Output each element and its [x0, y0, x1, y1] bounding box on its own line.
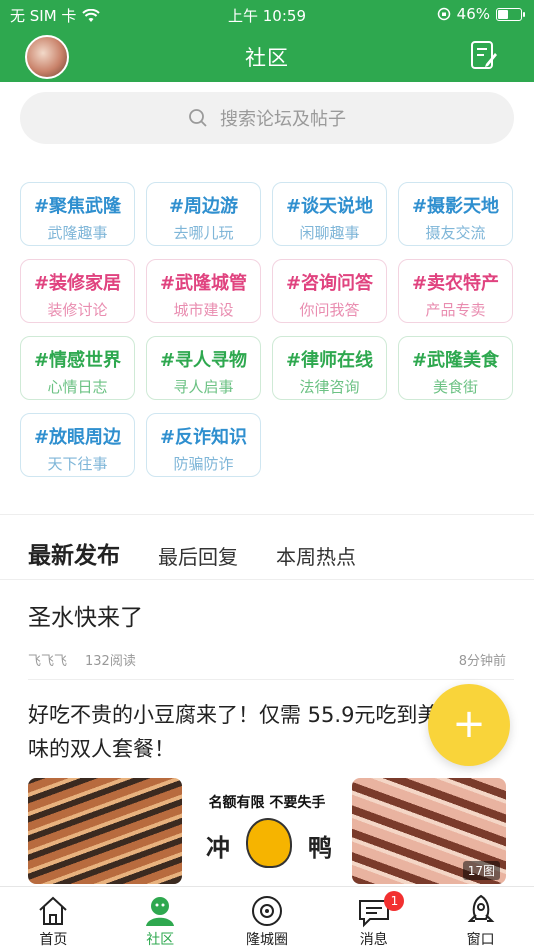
topic-subtitle: 你问我答 [299, 301, 360, 319]
bottom-tab-bar: 首页 社区 隆城圈 1 消息 窗口 [0, 886, 534, 950]
tab-label: 隆城圈 [245, 932, 288, 948]
topic-subtitle: 寻人启事 [173, 378, 234, 396]
topic-subtitle: 去哪儿玩 [173, 224, 234, 242]
topic-subtitle: 产品专卖 [425, 301, 486, 319]
topic-title: #摄影天地 [411, 196, 500, 217]
nav-bar: 社区 [0, 28, 534, 82]
topic-title: #寻人寻物 [159, 350, 248, 371]
status-bar: 无 SIM 卡 上午 10:59 46% [0, 0, 534, 28]
topic-card[interactable]: #武隆城管城市建设 [146, 259, 261, 323]
topic-card[interactable]: #武隆美食美食街 [398, 336, 513, 400]
topic-title: #周边游 [168, 196, 239, 217]
promo-text-right: 鸭 [308, 834, 332, 862]
post-image [28, 778, 182, 884]
battery-percent: 46% [456, 5, 490, 23]
topic-title: #武隆城管 [159, 273, 248, 294]
community-icon [146, 897, 175, 926]
topic-card[interactable]: #律师在线法律咨询 [272, 336, 387, 400]
topic-subtitle: 防骗防诈 [173, 455, 234, 473]
topic-card[interactable]: #咨询问答你问我答 [272, 259, 387, 323]
topic-card[interactable]: #情感世界心情日志 [20, 336, 135, 400]
tab-community[interactable]: 社区 [107, 887, 214, 950]
topic-title: #反诈知识 [159, 427, 248, 448]
topic-card[interactable]: #寻人寻物寻人启事 [146, 336, 261, 400]
topic-card[interactable]: #反诈知识防骗防诈 [146, 413, 261, 477]
topic-subtitle: 法律咨询 [299, 378, 360, 396]
post-title[interactable]: 好吃不贵的小豆腐来了！仅需 55.9元吃到美味的双人套餐！ [28, 698, 448, 766]
post-image: 17图 [352, 778, 506, 884]
post-time: 8分钟前 [458, 654, 506, 669]
promo-text-left: 冲 [206, 834, 230, 862]
search-input[interactable]: 搜索论坛及帖子 [20, 92, 514, 144]
topic-card[interactable]: #周边游去哪儿玩 [146, 182, 261, 246]
tab-last-reply[interactable]: 最后回复 [158, 541, 238, 570]
home-icon [39, 896, 68, 925]
topic-subtitle: 装修讨论 [47, 301, 108, 319]
tab-latest[interactable]: 最新发布 [26, 536, 120, 573]
divider [0, 579, 534, 580]
add-post-button[interactable]: + [428, 684, 510, 766]
post-tabs: 最新发布 最后回复 本周热点 [26, 530, 356, 573]
topic-title: #情感世界 [33, 350, 122, 371]
topic-card[interactable]: #聚焦武隆武隆趣事 [20, 182, 135, 246]
battery-icon [496, 7, 525, 21]
topic-title: #聚焦武隆 [33, 196, 122, 217]
topic-card[interactable]: #摄影天地摄友交流 [398, 182, 513, 246]
promo-slogan: 名额有限 不要失手 [208, 795, 326, 811]
topic-title: #放眼周边 [33, 427, 122, 448]
divider [0, 514, 534, 515]
topic-subtitle: 摄友交流 [425, 224, 486, 242]
tab-messages[interactable]: 1 消息 [320, 887, 427, 950]
post-item[interactable]: 圣水快来了 飞飞飞 132阅读 8分钟前 [28, 598, 506, 669]
topic-subtitle: 天下往事 [47, 455, 108, 473]
topic-subtitle: 闲聊趣事 [299, 224, 360, 242]
divider [28, 679, 514, 680]
post-images[interactable]: 名额有限 不要失手 冲 鸭 17图 [28, 778, 506, 884]
post-author: 飞飞飞 [28, 654, 68, 669]
topic-title: #装修家居 [33, 273, 122, 294]
topic-subtitle: 武隆趣事 [47, 224, 108, 242]
topic-card[interactable]: #谈天说地闲聊趣事 [272, 182, 387, 246]
search-placeholder: 搜索论坛及帖子 [220, 109, 346, 130]
post-image: 名额有限 不要失手 冲 鸭 [190, 778, 344, 884]
message-badge: 1 [384, 891, 405, 911]
circle-icon [251, 896, 282, 926]
tab-label: 社区 [146, 932, 175, 948]
tab-home[interactable]: 首页 [0, 887, 107, 950]
topic-card[interactable]: #放眼周边天下往事 [20, 413, 135, 477]
post-reads: 132阅读 [85, 654, 136, 669]
tab-label: 首页 [39, 932, 68, 948]
tab-label: 最新发布 [28, 543, 120, 569]
tab-label: 消息 [359, 932, 388, 948]
topic-subtitle: 美食街 [432, 378, 478, 396]
compose-icon[interactable] [470, 40, 498, 70]
topic-card[interactable]: #卖农特产产品专卖 [398, 259, 513, 323]
rocket-icon [467, 894, 494, 922]
topic-title: #咨询问答 [285, 273, 374, 294]
topic-title: #卖农特产 [411, 273, 500, 294]
tab-window[interactable]: 窗口 [427, 887, 534, 950]
tab-circle[interactable]: 隆城圈 [214, 887, 321, 950]
tab-label: 窗口 [466, 932, 495, 948]
image-count-badge: 17图 [462, 861, 500, 880]
topic-subtitle: 心情日志 [47, 378, 108, 396]
topic-title: #武隆美食 [411, 350, 500, 371]
topic-card[interactable]: #装修家居装修讨论 [20, 259, 135, 323]
page-title: 社区 [245, 46, 289, 70]
tab-weekly-hot[interactable]: 本周热点 [276, 541, 356, 570]
post-title: 圣水快来了 [28, 605, 143, 631]
topic-subtitle: 城市建设 [173, 301, 234, 319]
search-icon [189, 109, 207, 127]
orientation-lock-icon [437, 7, 450, 21]
duck-icon [246, 818, 292, 868]
topic-title: #律师在线 [285, 350, 374, 371]
topic-title: #谈天说地 [285, 196, 374, 217]
